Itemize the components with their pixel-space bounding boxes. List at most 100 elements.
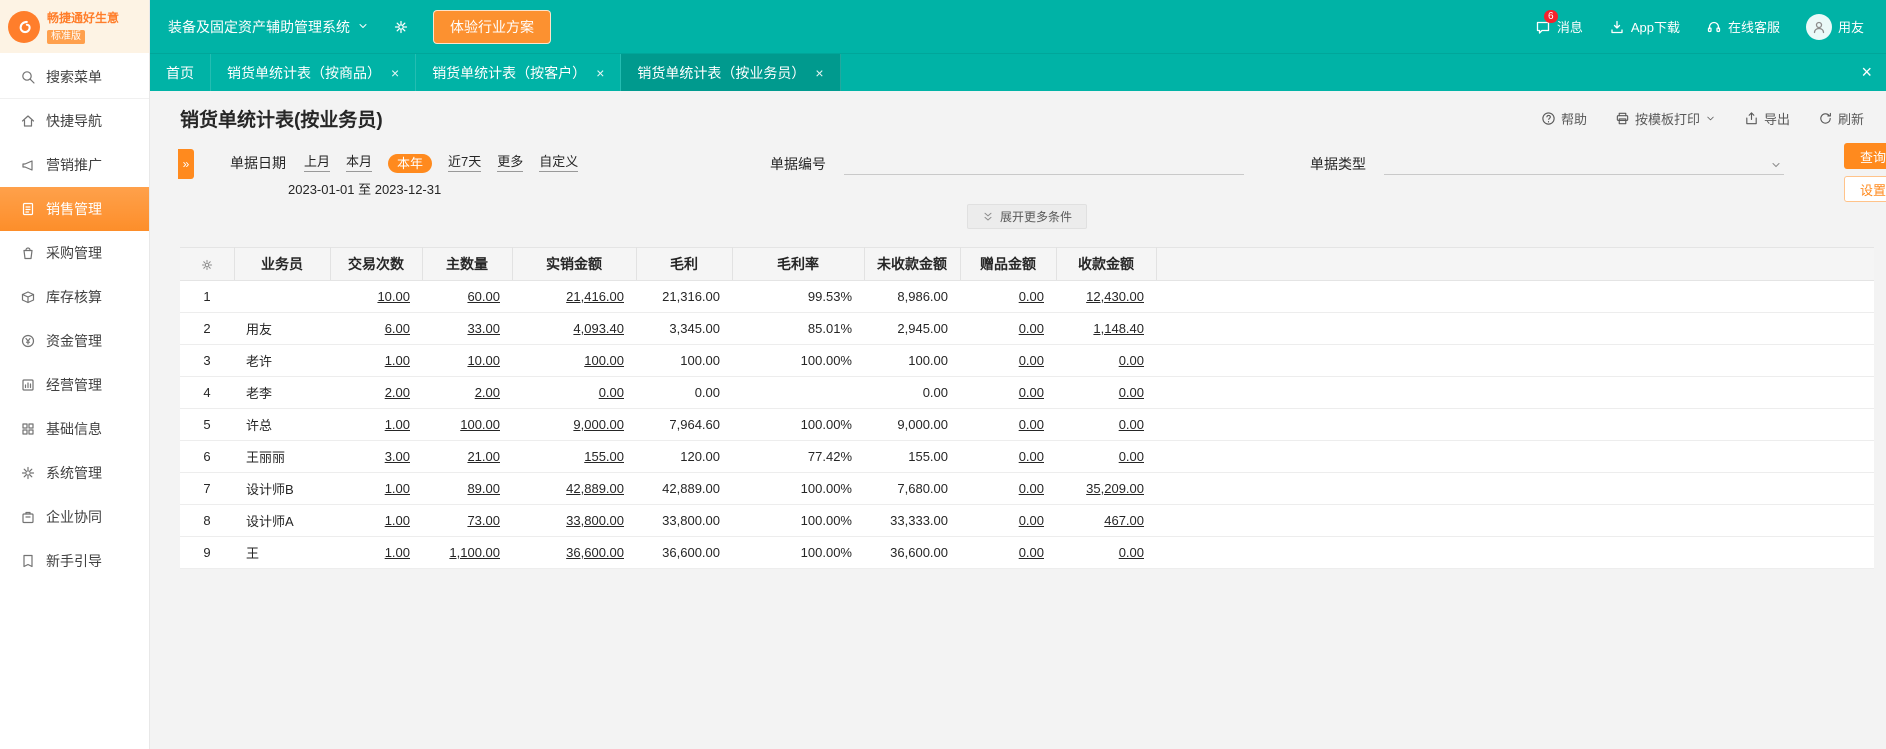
drilldown-link[interactable]: 0.00 (599, 385, 624, 400)
collapse-panel-button[interactable]: » (178, 149, 194, 179)
cell-gift-amount[interactable]: 0.00 (960, 344, 1056, 377)
cell-trades[interactable]: 1.00 (330, 408, 422, 441)
cell-qty[interactable]: 1,100.00 (422, 536, 512, 569)
drilldown-link[interactable]: 33,800.00 (566, 513, 624, 528)
drilldown-link[interactable]: 100.00 (584, 353, 624, 368)
drilldown-link[interactable]: 0.00 (1119, 385, 1144, 400)
cell-gift-amount[interactable]: 0.00 (960, 536, 1056, 569)
tab-report-by-salesperson[interactable]: 销货单统计表（按业务员） × (621, 54, 841, 91)
drilldown-link[interactable]: 0.00 (1019, 545, 1044, 560)
drilldown-link[interactable]: 36,600.00 (566, 545, 624, 560)
cell-trades[interactable]: 10.00 (330, 280, 422, 313)
cell-trades[interactable]: 1.00 (330, 504, 422, 537)
drilldown-link[interactable]: 35,209.00 (1086, 481, 1144, 496)
cell-trades[interactable]: 1.00 (330, 472, 422, 505)
doc-type-select[interactable] (1384, 153, 1784, 175)
drilldown-link[interactable]: 1,148.40 (1093, 321, 1144, 336)
messages-button[interactable]: 6 消息 (1535, 9, 1583, 36)
close-tab-icon[interactable]: × (815, 66, 823, 80)
app-download-button[interactable]: App下载 (1609, 17, 1680, 36)
sidebar-item-quick-nav[interactable]: 快捷导航 (0, 99, 149, 143)
expand-more-conditions-button[interactable]: 展开更多条件 (966, 204, 1088, 229)
table-row[interactable]: 4 老李 2.00 2.00 0.00 0.00 0.00 0.00 0.00 (180, 376, 1874, 409)
quick-option-this-year[interactable]: 本年 (388, 153, 433, 173)
drilldown-link[interactable]: 21.00 (467, 449, 500, 464)
header-gear-icon[interactable] (393, 19, 409, 35)
cell-sales-amount[interactable]: 100.00 (512, 344, 636, 377)
drilldown-link[interactable]: 0.00 (1119, 353, 1144, 368)
column-header-trades[interactable]: 交易次数 (330, 247, 423, 281)
drilldown-link[interactable]: 4,093.40 (573, 321, 624, 336)
drilldown-link[interactable]: 0.00 (1019, 321, 1044, 336)
cell-trades[interactable]: 1.00 (330, 344, 422, 377)
cell-received[interactable]: 0.00 (1056, 536, 1156, 569)
drilldown-link[interactable]: 10.00 (467, 353, 500, 368)
drilldown-link[interactable]: 0.00 (1019, 449, 1044, 464)
table-row[interactable]: 2 用友 6.00 33.00 4,093.40 3,345.00 85.01% 2,945.… (180, 312, 1874, 345)
cell-qty[interactable]: 33.00 (422, 312, 512, 345)
cell-qty[interactable]: 100.00 (422, 408, 512, 441)
drilldown-link[interactable]: 2.00 (385, 385, 410, 400)
cell-sales-amount[interactable]: 9,000.00 (512, 408, 636, 441)
search-button[interactable]: 查询 (1844, 143, 1886, 169)
cell-qty[interactable]: 73.00 (422, 504, 512, 537)
drilldown-link[interactable]: 467.00 (1104, 513, 1144, 528)
trial-plan-button[interactable]: 体验行业方案 (433, 9, 551, 44)
cell-sales-amount[interactable]: 36,600.00 (512, 536, 636, 569)
cell-gift-amount[interactable]: 0.00 (960, 312, 1056, 345)
cell-gift-amount[interactable]: 0.00 (960, 440, 1056, 473)
drilldown-link[interactable]: 33.00 (467, 321, 500, 336)
column-header-salesperson[interactable]: 业务员 (234, 247, 331, 281)
settings-button[interactable]: 设置 (1844, 176, 1886, 202)
doc-no-input[interactable] (844, 153, 1244, 175)
tab-home[interactable]: 首页 (150, 54, 211, 91)
cell-sales-amount[interactable]: 155.00 (512, 440, 636, 473)
date-range-value[interactable]: 2023-01-01 至 2023-12-31 (288, 179, 441, 198)
table-row[interactable]: 8 设计师A 1.00 73.00 33,800.00 33,800.00 100.00% 3… (180, 504, 1874, 537)
print-by-template-button[interactable]: 按模板打印 (1615, 109, 1716, 128)
sidebar-item-collaboration[interactable]: 企业协同 (0, 495, 149, 539)
quick-option-more[interactable]: 更多 (497, 154, 524, 172)
quick-option-custom[interactable]: 自定义 (539, 154, 579, 172)
column-header-unpaid[interactable]: 未收款金额 (864, 247, 961, 281)
sidebar-item-marketing[interactable]: 营销推广 (0, 143, 149, 187)
tab-report-by-customer[interactable]: 销货单统计表（按客户） × (416, 54, 622, 91)
cell-sales-amount[interactable]: 0.00 (512, 376, 636, 409)
refresh-button[interactable]: 刷新 (1818, 109, 1864, 128)
help-button[interactable]: 帮助 (1541, 109, 1587, 128)
close-all-tabs-icon[interactable]: × (1861, 54, 1872, 91)
cell-trades[interactable]: 1.00 (330, 536, 422, 569)
drilldown-link[interactable]: 0.00 (1019, 289, 1044, 304)
sidebar-item-search-menu[interactable]: 搜索菜单 (0, 55, 149, 99)
sidebar-item-base-info[interactable]: 基础信息 (0, 407, 149, 451)
column-header-qty[interactable]: 主数量 (422, 247, 513, 281)
system-select[interactable]: 装备及固定资产辅助管理系统 (168, 17, 369, 37)
cell-received[interactable]: 1,148.40 (1056, 312, 1156, 345)
cell-qty[interactable]: 2.00 (422, 376, 512, 409)
drilldown-link[interactable]: 155.00 (584, 449, 624, 464)
drilldown-link[interactable]: 0.00 (1119, 417, 1144, 432)
drilldown-link[interactable]: 0.00 (1019, 417, 1044, 432)
drilldown-link[interactable]: 89.00 (467, 481, 500, 496)
quick-option-this-month[interactable]: 本月 (346, 154, 373, 172)
table-row[interactable]: 5 许总 1.00 100.00 9,000.00 7,964.60 100.00% 9,00… (180, 408, 1874, 441)
sidebar-item-sales[interactable]: 销售管理 (0, 187, 149, 231)
column-header-margin[interactable]: 毛利率 (732, 247, 865, 281)
export-button[interactable]: 导出 (1744, 109, 1790, 128)
cell-sales-amount[interactable]: 42,889.00 (512, 472, 636, 505)
cell-trades[interactable]: 6.00 (330, 312, 422, 345)
sidebar-item-guide[interactable]: 新手引导 (0, 539, 149, 583)
drilldown-link[interactable]: 1.00 (385, 417, 410, 432)
drilldown-link[interactable]: 73.00 (467, 513, 500, 528)
cell-received[interactable]: 0.00 (1056, 440, 1156, 473)
table-row[interactable]: 1 10.00 60.00 21,416.00 21,316.00 99.53% 8,986… (180, 280, 1874, 313)
drilldown-link[interactable]: 0.00 (1019, 513, 1044, 528)
cell-received[interactable]: 0.00 (1056, 344, 1156, 377)
drilldown-link[interactable]: 100.00 (460, 417, 500, 432)
sidebar-item-system[interactable]: 系统管理 (0, 451, 149, 495)
close-tab-icon[interactable]: × (391, 66, 399, 80)
drilldown-link[interactable]: 1.00 (385, 513, 410, 528)
drilldown-link[interactable]: 6.00 (385, 321, 410, 336)
column-header-sales-amount[interactable]: 实销金额 (512, 247, 637, 281)
drilldown-link[interactable]: 1.00 (385, 545, 410, 560)
